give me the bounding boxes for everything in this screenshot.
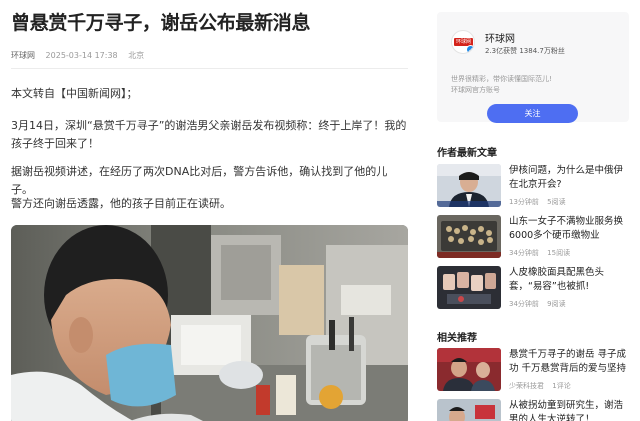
article-paragraph: 警方还向谢岳透露，他的孩子目前正在读研。 <box>11 197 231 210</box>
related-article-item[interactable]: 悬赏千万寻子的谢岳 寻子成功 千万悬赏背后的爱与坚持 少荣科技君 1评论 <box>437 348 629 392</box>
latest-article-item[interactable]: 伊核问题，为什么是中俄伊在北京开会? 13分钟前 5阅读 <box>437 164 629 208</box>
divider <box>11 68 408 69</box>
article-meta: 环球网 2025-03-14 17:38 北京 <box>11 50 152 61</box>
article-title: 曾悬赏千万寻子，谢岳公布最新消息 <box>11 12 311 34</box>
article-paragraph: 本文转自【中国新闻网】； <box>11 87 138 100</box>
author-slogan: 世界很精彩，带你读懂国际范儿! <box>451 75 552 83</box>
author-description: 世界很精彩，带你读懂国际范儿! 环球网官方账号 <box>451 74 621 96</box>
verified-icon: ✓ <box>466 45 474 54</box>
latest-article-reads: 5阅读 <box>547 198 566 206</box>
author-name[interactable]: 环球网 <box>485 30 515 45</box>
latest-article-time: 34分钟前 <box>509 249 539 257</box>
related-article-comments: 1评论 <box>552 382 571 390</box>
latest-article-item[interactable]: 山东一女子不满物业服务换6000多个硬币缴物业费，... 34分钟前 15阅读 <box>437 215 629 259</box>
latest-article-item[interactable]: 人皮橡胶面具配黑色头套，“易容”也被抓! 34分钟前 9阅读 <box>437 266 629 310</box>
author-avatar[interactable]: 环球网 ✓ <box>451 30 475 54</box>
article-thumbnail <box>437 266 501 309</box>
section-title-related: 相关推荐 <box>437 333 477 344</box>
author-account-label: 环球网官方账号 <box>451 86 500 94</box>
lab-scene-image <box>11 225 408 421</box>
latest-article-reads: 15阅读 <box>547 249 571 257</box>
article-paragraph: 据谢岳视频讲述，在经历了两次DNA比对后，警方告诉他，确认找到了他的儿子。 <box>11 165 388 196</box>
article-thumbnail <box>437 215 501 258</box>
section-title-latest: 作者最新文章 <box>437 148 497 159</box>
related-article-item[interactable]: 从被拐幼童到研究生，谢浩男的人生大逆转了！ <box>437 399 629 421</box>
related-article-title: 从被拐幼童到研究生，谢浩男的人生大逆转了！ <box>509 400 624 421</box>
related-article-author: 少荣科技君 <box>509 382 544 390</box>
latest-article-time: 13分钟前 <box>509 198 539 206</box>
related-article-title: 悬赏千万寻子的谢岳 寻子成功 千万悬赏背后的爱与坚持 <box>509 349 627 374</box>
author-card: 环球网 ✓ 环球网 2.3亿获赞 1384.7万粉丝 世界很精彩，带你读懂国际范… <box>437 12 629 123</box>
article-source[interactable]: 环球网 <box>11 51 35 60</box>
latest-article-title: 人皮橡胶面具配黑色头套，“易容”也被抓! <box>509 267 605 292</box>
article-thumbnail <box>437 399 501 421</box>
follow-button[interactable]: 关注 <box>487 104 578 123</box>
article-datetime: 2025-03-14 17:38 <box>45 51 118 60</box>
latest-article-meta: 34分钟前 15阅读 <box>509 248 576 258</box>
latest-article-meta: 13分钟前 5阅读 <box>509 197 572 207</box>
article-photo <box>11 225 408 421</box>
latest-article-meta: 34分钟前 9阅读 <box>509 299 572 309</box>
article-paragraph: 3月14日，深圳“悬赏千万寻子”的谢浩男父亲谢岳发布视频称：终于上岸了！我的孩子… <box>11 119 407 150</box>
latest-article-time: 34分钟前 <box>509 300 539 308</box>
latest-article-reads: 9阅读 <box>547 300 566 308</box>
latest-article-title: 伊核问题，为什么是中俄伊在北京开会? <box>509 165 624 190</box>
author-stats: 2.3亿获赞 1384.7万粉丝 <box>485 47 565 55</box>
article-location: 北京 <box>128 51 145 60</box>
article-thumbnail <box>437 348 501 391</box>
related-article-meta: 少荣科技君 1评论 <box>509 381 577 391</box>
article-thumbnail <box>437 164 501 207</box>
latest-article-title: 山东一女子不满物业服务换6000多个硬币缴物业费，... <box>509 216 624 241</box>
